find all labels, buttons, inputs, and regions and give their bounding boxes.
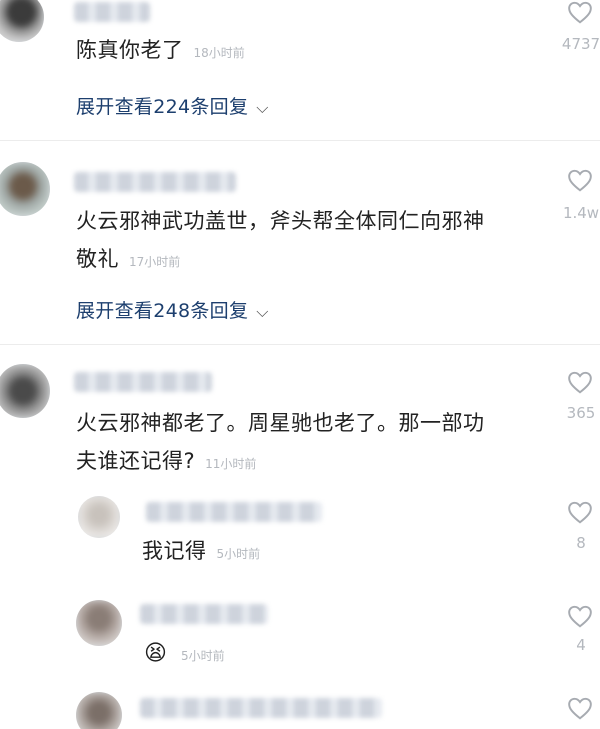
avatar[interactable] (0, 162, 50, 216)
chevron-down-icon: ⌵ (256, 302, 269, 321)
reply-time: 5小时前 (216, 547, 261, 561)
username-blurred[interactable] (74, 172, 236, 192)
heart-outline-icon[interactable] (567, 604, 593, 628)
avatar[interactable] (0, 0, 44, 42)
avatar[interactable] (76, 692, 122, 729)
reply-item: 😫 5小时前 4 (0, 598, 600, 683)
username-blurred[interactable] (74, 372, 212, 392)
username-blurred[interactable] (140, 604, 268, 624)
username-blurred[interactable] (74, 2, 150, 22)
heart-outline-icon[interactable] (567, 370, 593, 394)
heart-outline-icon[interactable] (567, 500, 593, 524)
weary-face-emoji: 😫 (144, 641, 167, 666)
comment-text: 陈真你老了 18小时前 (76, 38, 245, 62)
expand-replies-link[interactable]: 展开查看224条回复 ⌵ (76, 92, 269, 119)
like-count: 4737 (561, 35, 600, 53)
divider (0, 344, 600, 345)
reply-item (0, 690, 600, 729)
reply-text: 我记得 5小时前 (142, 539, 261, 563)
comment-time: 17小时前 (129, 255, 181, 269)
like-count: 8 (576, 534, 586, 552)
divider (0, 140, 600, 141)
heart-outline-icon[interactable] (567, 696, 593, 720)
like-count: 1.4w (562, 204, 600, 222)
comment-item: 火云邪神都老了。周星驰也老了。那一部功 夫谁还记得? 11小时前 365 (0, 362, 600, 492)
expand-replies-link[interactable]: 展开查看248条回复 ⌵ (76, 296, 269, 323)
reply-time: 5小时前 (180, 649, 225, 663)
comment-text: 火云邪神都老了。周星驰也老了。那一部功 夫谁还记得? 11小时前 (76, 411, 485, 473)
comment-item: 陈真你老了 18小时前 展开查看224条回复 ⌵ 4737 (0, 0, 600, 140)
comment-time: 11小时前 (205, 457, 257, 471)
like-count: 365 (566, 404, 596, 422)
reply-content: 😫 5小时前 (144, 640, 225, 670)
reply-item: 我记得 5小时前 8 (0, 494, 600, 589)
heart-outline-icon[interactable] (567, 0, 593, 24)
like-count: 4 (576, 636, 586, 654)
avatar[interactable] (78, 496, 120, 538)
avatar[interactable] (76, 600, 122, 646)
comment-text: 火云邪神武功盖世，斧头帮全体同仁向邪神 敬礼 17小时前 (76, 209, 485, 271)
comment-item: 火云邪神武功盖世，斧头帮全体同仁向邪神 敬礼 17小时前 展开查看248条回复 ⌵ … (0, 160, 600, 340)
username-blurred[interactable] (140, 698, 382, 718)
username-blurred[interactable] (146, 502, 322, 522)
heart-outline-icon[interactable] (567, 168, 593, 192)
chevron-down-icon: ⌵ (256, 98, 269, 117)
avatar[interactable] (0, 364, 50, 418)
comment-time: 18小时前 (193, 46, 245, 60)
